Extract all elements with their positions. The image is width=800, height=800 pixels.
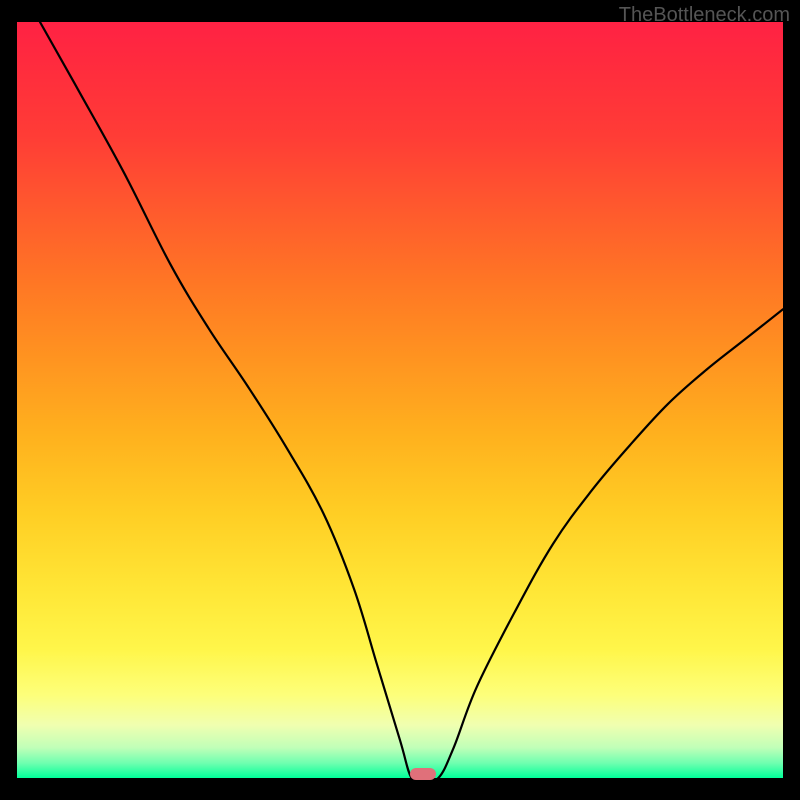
bottleneck-curve bbox=[17, 22, 783, 778]
optimal-marker bbox=[410, 768, 436, 780]
attribution-label: TheBottleneck.com bbox=[619, 4, 790, 27]
chart-plot-area bbox=[17, 22, 783, 778]
